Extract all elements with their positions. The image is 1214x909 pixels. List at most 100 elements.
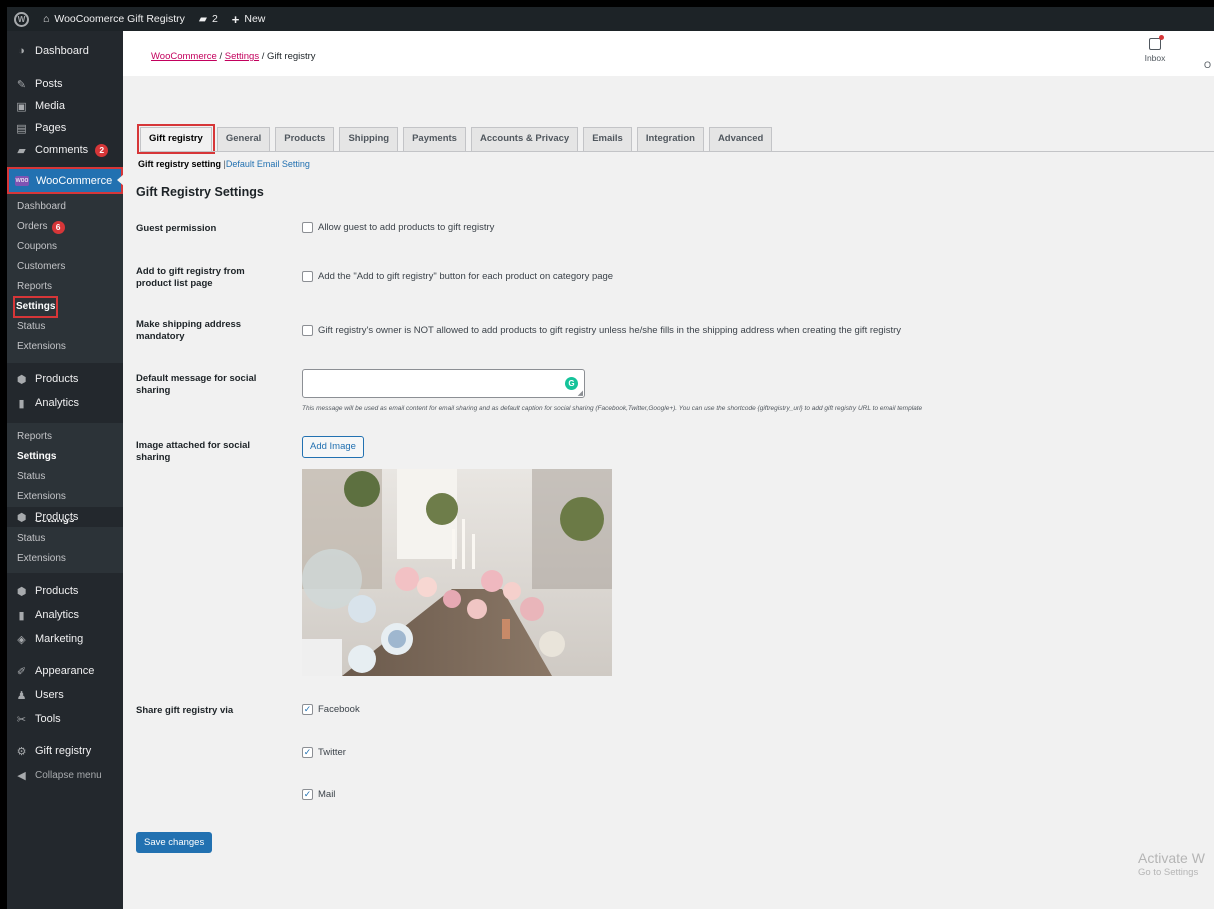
- wordpress-icon: W: [14, 11, 29, 27]
- section-title: Gift Registry Settings: [136, 185, 264, 199]
- menu-woocommerce[interactable]: woo WooCommerce: [7, 167, 124, 194]
- share-twitter-field[interactable]: ✓ Twitter: [302, 747, 346, 758]
- submenu-settings[interactable]: Settings: [7, 296, 123, 318]
- wp-logo-menu[interactable]: W: [7, 7, 36, 31]
- menu-label: Appearance: [35, 665, 95, 677]
- subsub-email-setting-link[interactable]: Default Email Setting: [226, 159, 310, 169]
- guest-permission-checkbox[interactable]: [302, 222, 313, 233]
- inbox-button[interactable]: Inbox: [1140, 35, 1170, 63]
- menu-products-2[interactable]: ⬢ Products: [7, 579, 123, 603]
- products-icon: ⬢: [16, 511, 27, 524]
- ghost-extensions-2[interactable]: Extensions: [7, 549, 123, 569]
- site-name: WooCoomerce Gift Registry: [54, 13, 185, 25]
- share-mail-label: Mail: [318, 789, 336, 800]
- submenu-label: Extensions: [17, 341, 66, 352]
- submenu-status[interactable]: Status: [7, 317, 123, 337]
- ghost-status-2[interactable]: Status: [7, 529, 123, 549]
- menu-products[interactable]: ⬢ Products: [7, 367, 123, 391]
- ghost-extensions[interactable]: Extensions: [7, 487, 123, 507]
- ghost-status[interactable]: Status: [7, 467, 123, 487]
- main-content: Gift registry General Products Shipping …: [123, 76, 1214, 909]
- breadcrumb: WooCommerce / Settings / Gift registry: [151, 51, 316, 62]
- breadcrumb-separator: /: [219, 51, 223, 62]
- menu-gift-registry[interactable]: ⚙ Gift registry: [7, 739, 123, 763]
- menu-appearance[interactable]: ✐ Appearance: [7, 659, 123, 683]
- media-icon: ▣: [16, 100, 27, 113]
- ghost-reports[interactable]: Reports: [7, 427, 123, 447]
- submenu-orders[interactable]: Orders 6: [7, 217, 123, 237]
- submenu-coupons[interactable]: Coupons: [7, 237, 123, 257]
- share-twitter-checkbox[interactable]: ✓: [302, 747, 313, 758]
- submenu-customers[interactable]: Customers: [7, 257, 123, 277]
- submenu-dashboard[interactable]: Dashboard: [7, 197, 123, 217]
- menu-dashboard[interactable]: ◑ Dashboard: [7, 37, 123, 65]
- shipping-mandatory-checkbox[interactable]: [302, 325, 313, 336]
- tab-emails[interactable]: Emails: [583, 127, 632, 151]
- analytics-icon: ▮: [18, 397, 25, 410]
- tab-advanced[interactable]: Advanced: [708, 127, 773, 151]
- submenu-label: Status: [17, 321, 46, 332]
- collapse-menu-button[interactable]: ◀ Collapse menu: [7, 763, 123, 787]
- guest-permission-field[interactable]: Allow guest to add products to gift regi…: [302, 222, 494, 233]
- ghost-settings[interactable]: Settings: [7, 447, 123, 467]
- activate-subtitle: Go to Settings: [1138, 867, 1199, 878]
- browser-frame: W ⌂ WooCoomerce Gift Registry ▰ 2 + New …: [7, 7, 1214, 909]
- menu-pages[interactable]: ▤ Pages: [7, 117, 123, 139]
- submenu-extensions[interactable]: Extensions: [7, 337, 123, 357]
- share-facebook-checkbox[interactable]: ✓: [302, 704, 313, 715]
- menu-posts[interactable]: ✎ Posts: [7, 73, 123, 95]
- menu-marketing[interactable]: ◈ Marketing: [7, 627, 123, 651]
- tab-products[interactable]: Products: [275, 127, 335, 151]
- submenu-label: Customers: [17, 261, 66, 272]
- add-from-list-checkbox[interactable]: [302, 271, 313, 282]
- admin-sidebar: ◑ Dashboard ✎ Posts ▣ Media ▤ Pages ▰ Co…: [7, 31, 124, 909]
- menu-analytics-2[interactable]: ▮ Analytics: [7, 603, 123, 627]
- resize-handle-icon[interactable]: ◢: [578, 389, 583, 397]
- site-name-link[interactable]: ⌂ WooCoomerce Gift Registry: [36, 7, 192, 31]
- share-mail-checkbox[interactable]: ✓: [302, 789, 313, 800]
- grammarly-icon[interactable]: G: [565, 377, 578, 390]
- comments-link[interactable]: ▰ 2: [192, 7, 225, 31]
- subsub-current[interactable]: Gift registry setting: [138, 159, 221, 169]
- share-mail-field[interactable]: ✓ Mail: [302, 789, 335, 800]
- new-content-link[interactable]: + New: [225, 7, 273, 31]
- table-setting-photo: [302, 469, 612, 676]
- tab-payments[interactable]: Payments: [403, 127, 466, 151]
- menu-tools[interactable]: ✂ Tools: [7, 707, 123, 731]
- submenu-label: Reports: [17, 281, 53, 292]
- breadcrumb-settings-link[interactable]: Settings: [225, 51, 259, 62]
- share-facebook-field[interactable]: ✓ Facebook: [302, 704, 360, 715]
- add-image-button[interactable]: Add Image: [302, 436, 364, 458]
- menu-analytics[interactable]: ▮ Analytics: [7, 391, 123, 415]
- shipping-mandatory-field[interactable]: Gift registry's owner is NOT allowed to …: [302, 325, 901, 336]
- submenu-label: Settings: [13, 296, 59, 318]
- default-message-textarea[interactable]: G ◢: [302, 369, 585, 398]
- guest-permission-text: Allow guest to add products to gift regi…: [318, 222, 495, 233]
- header-strip: WooCommerce / Settings / Gift registry I…: [123, 31, 1214, 76]
- tab-integration[interactable]: Integration: [636, 127, 704, 151]
- menu-media[interactable]: ▣ Media: [7, 95, 123, 117]
- save-changes-button[interactable]: Save changes: [136, 832, 213, 853]
- menu-users[interactable]: ♟ Users: [7, 683, 123, 707]
- default-message-label: Default message for social sharing: [136, 373, 257, 396]
- orders-badge: 6: [51, 220, 65, 234]
- share-facebook-label: Facebook: [318, 704, 360, 715]
- submenu-label: Reports: [17, 431, 53, 442]
- submenu-label: Settings: [17, 451, 57, 462]
- tools-icon: ✂: [16, 713, 27, 726]
- tab-shipping[interactable]: Shipping: [339, 127, 399, 151]
- breadcrumb-woocommerce-link[interactable]: WooCommerce: [151, 51, 217, 62]
- tab-accounts-privacy[interactable]: Accounts & Privacy: [470, 127, 579, 151]
- menu-label: Analytics: [35, 397, 80, 409]
- comment-icon: ▰: [198, 13, 207, 25]
- submenu-reports[interactable]: Reports: [7, 277, 123, 297]
- add-from-list-field[interactable]: Add the "Add to gift registry" button fo…: [302, 271, 613, 282]
- social-sharing-image: [302, 469, 612, 676]
- ghost-menu-products[interactable]: ⬢ Products Settings: [7, 507, 123, 527]
- new-label: New: [244, 13, 266, 25]
- gear-icon: ⚙: [16, 745, 27, 758]
- menu-comments[interactable]: ▰ Comments 2: [7, 139, 123, 161]
- tab-general[interactable]: General: [216, 127, 271, 151]
- tab-gift-registry[interactable]: Gift registry: [137, 124, 215, 154]
- orders-cut-label: O: [1204, 60, 1212, 70]
